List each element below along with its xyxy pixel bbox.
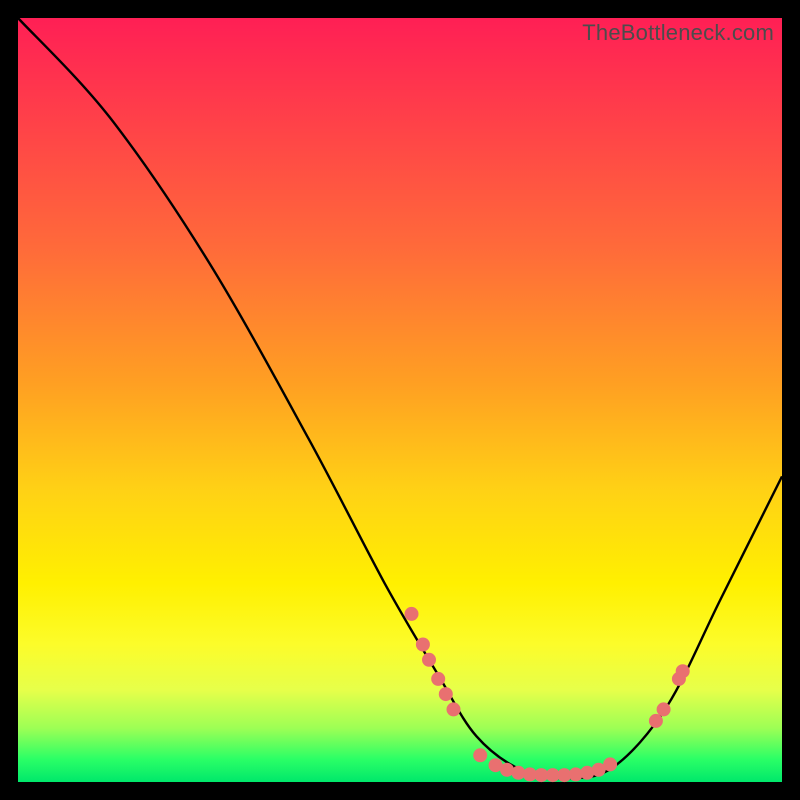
chart-gradient-background xyxy=(18,18,782,782)
chart-frame: TheBottleneck.com xyxy=(18,18,782,782)
